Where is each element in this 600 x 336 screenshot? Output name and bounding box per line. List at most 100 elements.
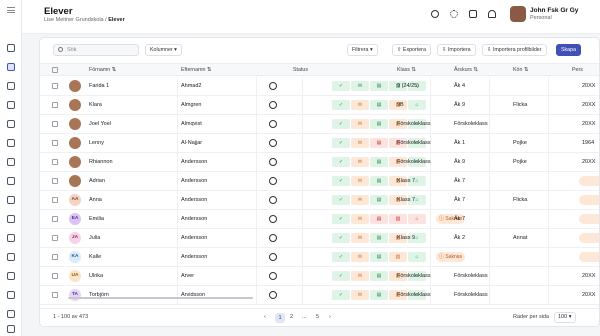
status-envelope-icon[interactable]: ✉ (351, 119, 369, 129)
status-lock-icon[interactable]: ⌂ (408, 252, 426, 262)
row-checkbox[interactable] (52, 254, 58, 260)
cell-first-name[interactable]: Julia (89, 235, 100, 241)
status-clipboard-icon[interactable]: ▤ (370, 214, 388, 224)
status-check-icon[interactable]: ✓ (332, 138, 350, 148)
table-row[interactable]: Lenny Al-Najjar ✓ ✉ ▤ ▥ ⌂ Förskoleklass Åk 1 Pojk… (40, 134, 599, 153)
cell-first-name[interactable]: Adrian (89, 178, 105, 184)
next-page-icon[interactable]: › (329, 314, 331, 320)
check-circle-icon[interactable] (7, 215, 15, 223)
page-last-button[interactable]: 5 (316, 314, 319, 320)
document-icon[interactable] (7, 234, 15, 242)
list-icon[interactable] (7, 82, 15, 90)
hand-icon[interactable] (7, 158, 15, 166)
person-icon[interactable] (269, 139, 277, 147)
table-row[interactable]: EA Emilia Andersson ✓ ✉ ▤ ▥ ⌂ ⓘ Saknas Åk 7 (40, 210, 599, 229)
box-icon[interactable] (7, 291, 15, 299)
status-check-icon[interactable]: ✓ (332, 157, 350, 167)
status-document-icon[interactable]: ▥ (389, 214, 407, 224)
column-header-last-name[interactable]: Efternamn ⇅ (181, 67, 211, 73)
page-2-button[interactable]: 2 (290, 314, 293, 320)
row-checkbox[interactable] (52, 159, 58, 165)
person-icon[interactable] (269, 253, 277, 261)
row-checkbox[interactable] (52, 121, 58, 127)
building-icon[interactable] (7, 139, 15, 147)
table-row[interactable]: UA Ulrika Arver ✓ ✉ ▤ ▥ ⌂ Förskoleklass Förskolek… (40, 267, 599, 286)
cell-first-name[interactable]: Rhiannon (89, 159, 113, 165)
bell-icon[interactable] (488, 10, 496, 18)
switch-icon[interactable] (469, 10, 477, 18)
status-clipboard-icon[interactable]: ▤ (370, 290, 388, 300)
status-clipboard-icon[interactable]: ▤ (370, 157, 388, 167)
user-name[interactable]: John Fsk Gr Gy (530, 7, 578, 14)
import-button[interactable]: ⇩ Importera (437, 44, 476, 56)
status-envelope-icon[interactable]: ✉ (351, 214, 369, 224)
table-row[interactable]: Rhiannon Andersson ✓ ✉ ▤ ▥ ⌂ Förskoleklass Åk 9P… (40, 153, 599, 172)
status-check-icon[interactable]: ✓ (332, 100, 350, 110)
table-row[interactable]: TA Torbjörn Arvidsson ✓ ✉ ▤ ▥ ⌂ Förskoleklass För… (40, 286, 599, 305)
flag-icon[interactable] (7, 272, 15, 280)
status-clipboard-icon[interactable]: ▤ (370, 271, 388, 281)
person-icon[interactable] (269, 158, 277, 166)
cell-first-name[interactable]: Joel Yoel (89, 121, 111, 127)
cell-first-name[interactable]: Klara (89, 102, 102, 108)
breadcrumb-school[interactable]: Lise Meitner Grundskola (44, 17, 104, 23)
cell-first-name[interactable]: Lenny (89, 140, 104, 146)
status-check-icon[interactable]: ✓ (332, 214, 350, 224)
swap-icon[interactable] (7, 310, 15, 318)
status-envelope-icon[interactable]: ✉ (351, 233, 369, 243)
user-avatar[interactable] (510, 6, 526, 22)
column-header-class[interactable]: Klass ⇅ (397, 67, 416, 73)
download-icon[interactable] (7, 253, 15, 261)
row-checkbox[interactable] (52, 292, 58, 298)
status-envelope-icon[interactable]: ✉ (351, 81, 369, 91)
rows-per-page-select[interactable]: 100 ▾ (554, 312, 576, 323)
filter-button[interactable]: Filtrera ▾ (347, 44, 378, 56)
chart-icon[interactable] (7, 101, 15, 109)
person-icon[interactable] (269, 291, 277, 299)
table-row[interactable]: Adrian Andersson ✓ ✉ ▤ ▥ ⌂ Klass 7 Åk 7 (40, 172, 599, 191)
column-header-personal-number[interactable]: Pers (572, 67, 583, 73)
status-clipboard-icon[interactable]: ▤ (370, 233, 388, 243)
column-header-gender[interactable]: Kön ⇅ (513, 67, 528, 73)
status-clipboard-icon[interactable]: ▤ (370, 100, 388, 110)
column-header-grade[interactable]: Årskurs ⇅ (454, 67, 478, 73)
row-checkbox[interactable] (52, 140, 58, 146)
status-envelope-icon[interactable]: ✉ (351, 271, 369, 281)
status-lock-icon[interactable]: ⌂ (408, 100, 426, 110)
row-checkbox[interactable] (52, 235, 58, 241)
person-icon[interactable] (269, 177, 277, 185)
status-document-icon[interactable]: ▥ (389, 252, 407, 262)
person-icon[interactable] (269, 120, 277, 128)
person-icon[interactable] (269, 272, 277, 280)
status-clipboard-icon[interactable]: ▤ (370, 81, 388, 91)
select-all-checkbox[interactable] (52, 67, 58, 73)
status-envelope-icon[interactable]: ✉ (351, 195, 369, 205)
row-checkbox[interactable] (52, 216, 58, 222)
cell-first-name[interactable]: Farida 1 (89, 83, 109, 89)
table-row[interactable]: Klara Almgren ✓ ✉ ▤ ▥ ⌂ 9B Åk 9 Flicka 20XX (40, 96, 599, 115)
status-envelope-icon[interactable]: ✉ (351, 176, 369, 186)
table-row[interactable]: JA Julia Andersson ✓ ✉ ▤ ▥ ⌂ Klass 9 Åk 2 Annat (40, 229, 599, 248)
cell-first-name[interactable]: Kalle (89, 254, 101, 260)
status-clipboard-icon[interactable]: ▤ (370, 138, 388, 148)
cell-first-name[interactable]: Anna (89, 197, 102, 203)
status-clipboard-icon[interactable]: ▤ (370, 119, 388, 129)
megaphone-icon[interactable] (7, 44, 15, 52)
status-clipboard-icon[interactable]: ▤ (370, 176, 388, 186)
layers-icon[interactable] (7, 196, 15, 204)
column-header-first-name[interactable]: Förnamn ⇅ (89, 67, 116, 73)
table-row[interactable]: Farida 1 Ahmad2 ✓ ✉ ▤ ▥ ⌂ 9 (24/25) Åk 4 20XX (40, 77, 599, 96)
status-check-icon[interactable]: ✓ (332, 81, 350, 91)
status-check-icon[interactable]: ✓ (332, 290, 350, 300)
row-checkbox[interactable] (52, 83, 58, 89)
status-check-icon[interactable]: ✓ (332, 119, 350, 129)
menu-icon[interactable] (7, 7, 15, 13)
row-checkbox[interactable] (52, 197, 58, 203)
status-clipboard-icon[interactable]: ▤ (370, 195, 388, 205)
calendar-icon[interactable] (7, 177, 15, 185)
status-envelope-icon[interactable]: ✉ (351, 138, 369, 148)
cell-first-name[interactable]: Emilia (89, 216, 104, 222)
row-checkbox[interactable] (52, 178, 58, 184)
table-row[interactable]: KA Kalle Andersson ✓ ✉ ▤ ▥ ⌂ ⓘ Saknas (40, 248, 599, 267)
status-envelope-icon[interactable]: ✉ (351, 290, 369, 300)
